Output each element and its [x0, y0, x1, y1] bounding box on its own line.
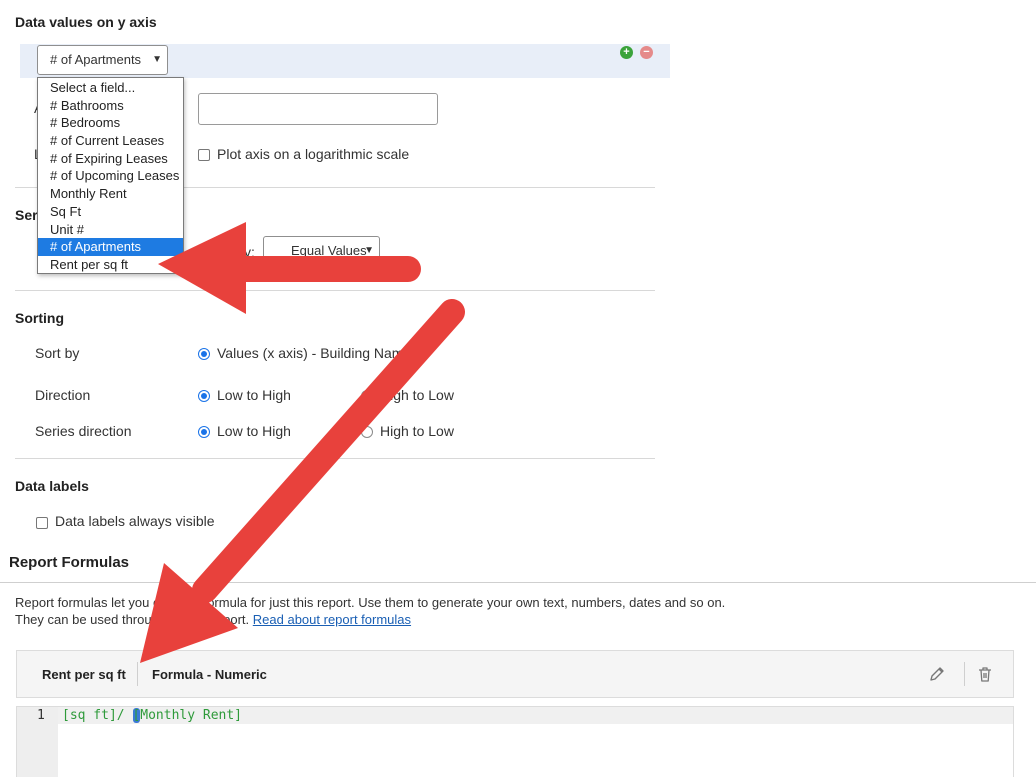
dropdown-option[interactable]: Monthly Rent [38, 185, 183, 203]
series-direction-label: Series direction [35, 423, 132, 439]
sort-by-values-label: Values (x axis) - Building Name [217, 345, 412, 361]
log-scale-checkbox[interactable] [198, 149, 210, 161]
log-scale-label: Plot axis on a logarithmic scale [217, 146, 410, 162]
yaxis-field-select[interactable]: # of Apartments ▼ [37, 45, 168, 75]
arrow-to-formula [140, 299, 465, 663]
add-field-icon[interactable]: + [620, 46, 633, 59]
axis-label-input[interactable] [198, 93, 438, 125]
sort-by-values-radio[interactable] [198, 348, 210, 360]
report-formulas-title: Report Formulas [9, 554, 130, 571]
series-label-tail: y: [244, 244, 255, 260]
series-high-low-label: High to Low [380, 423, 454, 439]
series-high-low-radio[interactable] [361, 426, 373, 438]
series-split-value: Equal Values [291, 243, 367, 258]
dropdown-option[interactable]: Select a field... [38, 79, 183, 97]
divider [15, 458, 655, 459]
trash-icon[interactable] [976, 665, 994, 683]
remove-field-icon[interactable]: − [640, 46, 653, 59]
sorting-section-title: Sorting [15, 310, 64, 326]
yaxis-section-title: Data values on y axis [15, 14, 157, 30]
direction-low-high-label: Low to High [217, 387, 291, 403]
pencil-icon[interactable] [928, 665, 946, 683]
dropdown-option[interactable]: # of Apartments [38, 238, 183, 256]
direction-low-high-radio[interactable] [198, 390, 210, 402]
data-labels-label: Data labels always visible [55, 513, 215, 529]
report-formulas-desc-1: Report formulas let you create a formula… [15, 595, 726, 610]
dropdown-option[interactable]: # Bathrooms [38, 97, 183, 115]
report-formulas-link[interactable]: Read about report formulas [253, 612, 411, 627]
report-formulas-desc-2-row: They can be used throughout this report.… [15, 612, 411, 627]
data-labels-section-title: Data labels [15, 478, 89, 494]
direction-label: Direction [35, 387, 91, 403]
formula-header-divider [964, 662, 965, 686]
dropdown-option[interactable]: # of Expiring Leases [38, 150, 183, 168]
yaxis-field-dropdown[interactable]: Select a field... # Bathrooms # Bedrooms # … [37, 77, 184, 274]
report-formulas-desc-2: They can be used throughout this report. [15, 612, 250, 627]
series-low-high-radio[interactable] [198, 426, 210, 438]
divider [15, 290, 655, 291]
formula-header-divider [137, 662, 138, 686]
dropdown-option[interactable]: Rent per sq ft [38, 256, 183, 274]
series-split-select[interactable]: Equal Values ▼ [263, 236, 380, 266]
dropdown-option[interactable]: Unit # [38, 221, 183, 239]
direction-high-low-radio[interactable] [361, 390, 373, 402]
line-number: 1 [37, 708, 45, 723]
dropdown-option[interactable]: # Bedrooms [38, 114, 183, 132]
dropdown-option[interactable]: Sq Ft [38, 203, 183, 221]
divider [0, 582, 1036, 583]
data-labels-checkbox[interactable] [36, 517, 48, 529]
chevron-down-icon: ▼ [152, 54, 162, 65]
chevron-down-icon: ▼ [364, 245, 374, 256]
dropdown-option[interactable]: # of Current Leases [38, 132, 183, 150]
formula-code-text: [sq ft]/ [Monthly Rent] [62, 708, 243, 723]
yaxis-field-select-value: # of Apartments [50, 52, 142, 67]
formula-name: Rent per sq ft [42, 667, 126, 682]
direction-high-low-label: High to Low [380, 387, 454, 403]
dropdown-option[interactable]: # of Upcoming Leases [38, 167, 183, 185]
formula-type: Formula - Numeric [152, 667, 267, 682]
sort-by-label: Sort by [35, 345, 80, 361]
series-low-high-label: Low to High [217, 423, 291, 439]
